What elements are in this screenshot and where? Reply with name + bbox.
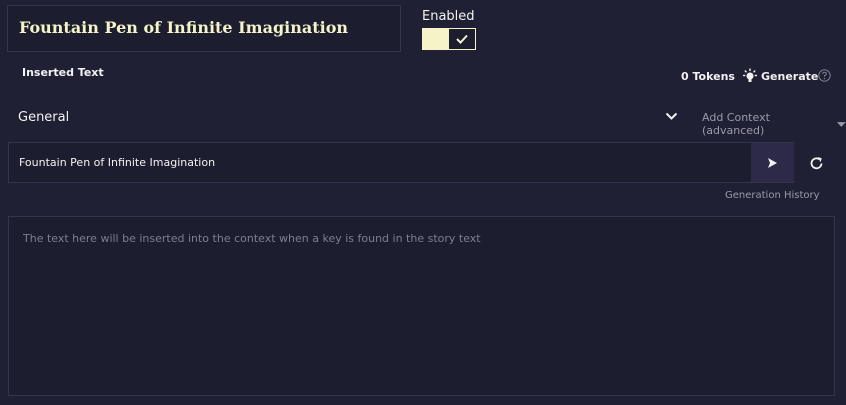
token-count: 0 Tokens bbox=[681, 70, 735, 83]
inserted-text-label: Inserted Text bbox=[22, 66, 104, 79]
send-icon bbox=[768, 157, 777, 168]
toggle-track bbox=[423, 29, 449, 49]
check-icon bbox=[456, 34, 468, 44]
generate-button[interactable]: Generate bbox=[742, 67, 818, 85]
toggle-knob bbox=[449, 29, 475, 49]
chevron-down-icon bbox=[665, 112, 678, 120]
add-context-dropdown[interactable]: Add Context (advanced) bbox=[702, 111, 846, 137]
lightbulb-icon bbox=[743, 68, 757, 82]
generation-history-link[interactable]: Generation History bbox=[725, 190, 820, 201]
refresh-button[interactable] bbox=[806, 153, 826, 173]
context-category-value: General bbox=[18, 110, 70, 125]
generation-input-row: Fountain Pen of Infinite Imagination bbox=[8, 142, 794, 183]
add-context-label: Add Context (advanced) bbox=[702, 111, 770, 137]
generate-label: Generate bbox=[761, 69, 819, 83]
help-icon[interactable] bbox=[818, 69, 831, 82]
enabled-toggle[interactable] bbox=[422, 28, 476, 50]
caret-down-icon bbox=[837, 121, 846, 127]
textarea-placeholder: The text here will be inserted into the … bbox=[23, 232, 481, 245]
generation-input[interactable]: Fountain Pen of Infinite Imagination bbox=[19, 156, 215, 169]
lorebook-entry-editor: Fountain Pen of Infinite Imagination Ena… bbox=[0, 0, 846, 405]
enabled-label: Enabled bbox=[422, 9, 475, 24]
entry-title-field[interactable]: Fountain Pen of Infinite Imagination bbox=[7, 5, 401, 52]
inserted-text-textarea[interactable]: The text here will be inserted into the … bbox=[8, 216, 835, 396]
entry-title-text[interactable]: Fountain Pen of Infinite Imagination bbox=[19, 18, 348, 37]
send-button[interactable] bbox=[751, 143, 794, 182]
refresh-icon bbox=[810, 156, 822, 169]
context-category-select[interactable]: General bbox=[8, 104, 688, 132]
